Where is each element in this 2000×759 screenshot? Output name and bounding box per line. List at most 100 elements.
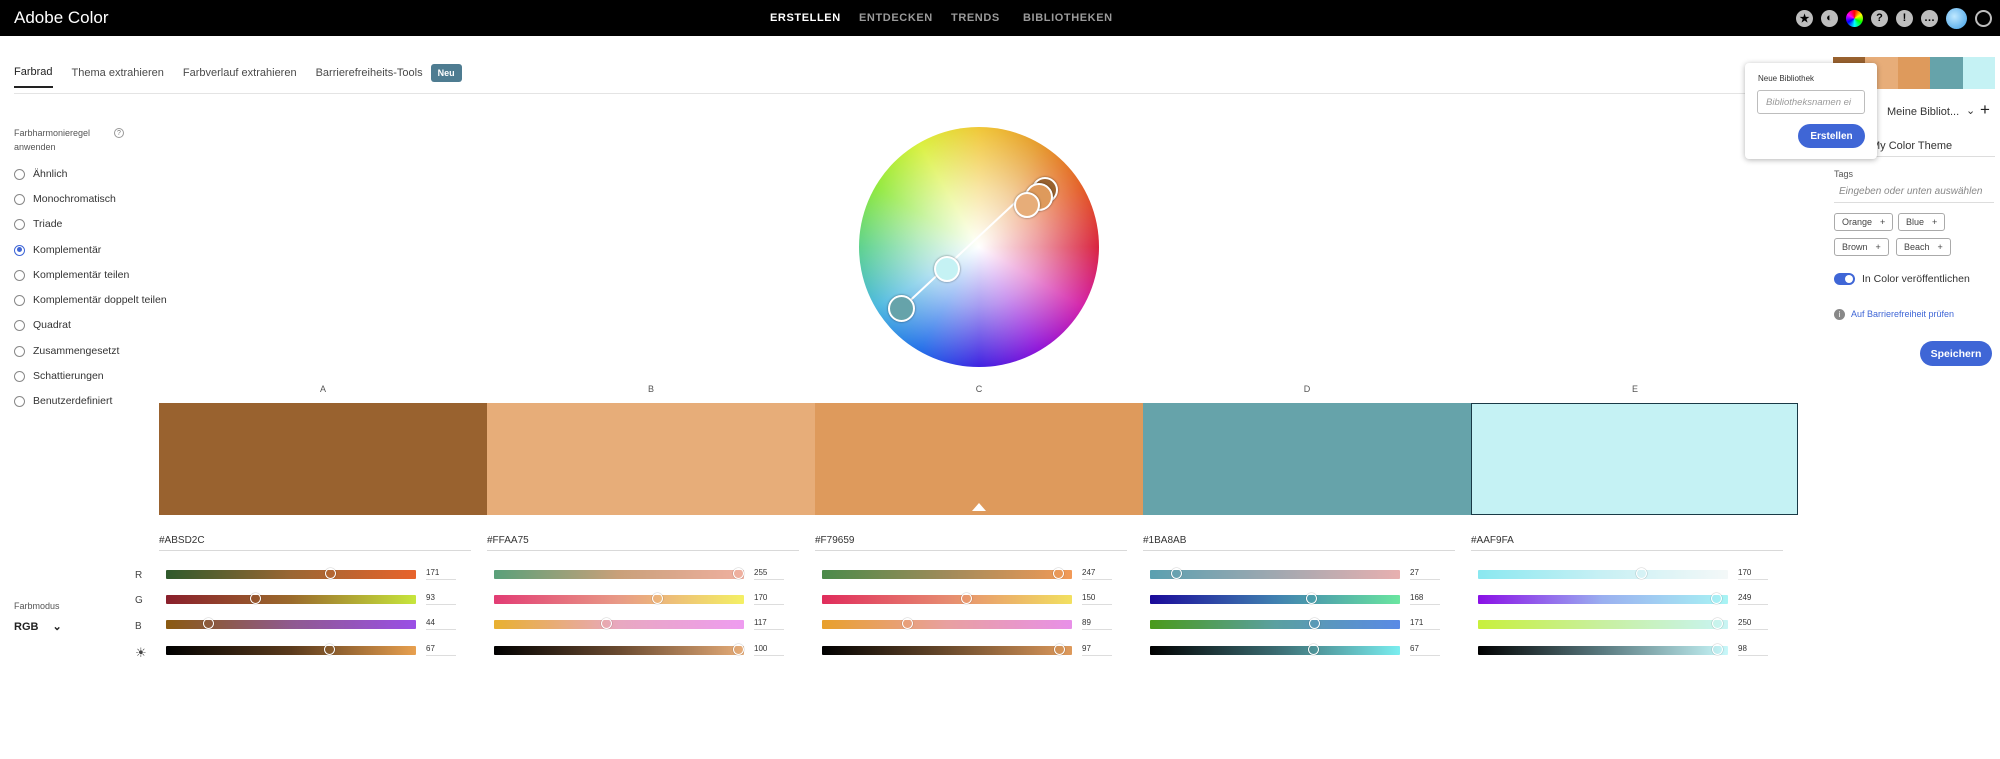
color-slider[interactable]: [822, 568, 1072, 579]
harmony-rule-schattierungen[interactable]: Schattierungen: [14, 370, 104, 382]
harmony-rule-triade[interactable]: Triade: [14, 218, 62, 230]
tab-farbverlauf-extrahieren[interactable]: Farbverlauf extrahieren: [183, 67, 297, 87]
color-slider[interactable]: [1478, 644, 1728, 655]
publish-toggle[interactable]: [1834, 273, 1855, 285]
color-slider[interactable]: [1478, 568, 1728, 579]
slider-thumb[interactable]: [733, 568, 744, 579]
slider-thumb[interactable]: [1053, 644, 1065, 655]
slider-value[interactable]: 171: [426, 568, 456, 580]
radio-icon[interactable]: [14, 269, 25, 281]
library-name-input[interactable]: Bibliotheksnamen ei: [1757, 90, 1865, 114]
harmony-rule-benutzerdefiniert[interactable]: Benutzerdefiniert: [14, 395, 112, 407]
slider-thumb[interactable]: [1308, 618, 1320, 629]
alert-icon[interactable]: !: [1896, 9, 1913, 27]
slider-thumb[interactable]: [1712, 618, 1724, 629]
slider-value[interactable]: 150: [1082, 593, 1112, 605]
slider-value[interactable]: 168: [1410, 593, 1440, 605]
slider-thumb[interactable]: [1711, 593, 1723, 604]
slider-value[interactable]: 249: [1738, 593, 1768, 605]
nav-trends[interactable]: TRENDS: [951, 12, 1000, 24]
color-slider[interactable]: [494, 593, 744, 604]
slider-thumb[interactable]: [651, 593, 663, 604]
radio-icon[interactable]: [14, 319, 25, 331]
radio-icon[interactable]: [14, 294, 25, 306]
radio-icon[interactable]: [14, 370, 25, 382]
color-wheel-icon[interactable]: [1846, 9, 1863, 27]
color-slider[interactable]: [1478, 593, 1728, 604]
swatch-c[interactable]: [815, 403, 1143, 515]
color-slider[interactable]: [822, 644, 1072, 655]
radio-icon[interactable]: [14, 193, 25, 205]
slider-thumb[interactable]: [960, 593, 972, 604]
nav-entdecken[interactable]: ENTDECKEN: [859, 12, 933, 24]
slider-value[interactable]: 250: [1738, 618, 1768, 630]
slider-value[interactable]: 255: [754, 568, 784, 580]
slider-thumb[interactable]: [1053, 568, 1065, 579]
slider-thumb[interactable]: [600, 618, 612, 629]
save-button[interactable]: Speichern: [1920, 341, 1992, 366]
slider-thumb[interactable]: [1635, 568, 1647, 579]
slider-thumb[interactable]: [1308, 644, 1320, 655]
color-slider[interactable]: [166, 593, 416, 604]
theme-name-field[interactable]: My Color Theme: [1871, 140, 1995, 157]
hex-code-d[interactable]: #1BA8AB: [1143, 535, 1455, 551]
slider-value[interactable]: 97: [1082, 644, 1112, 656]
swatch-d[interactable]: [1143, 403, 1471, 515]
tag-beach[interactable]: Beach +: [1896, 238, 1951, 256]
slider-thumb[interactable]: [1305, 593, 1317, 604]
tag-orange[interactable]: Orange +: [1834, 213, 1894, 231]
tag-brown[interactable]: Brown +: [1834, 238, 1889, 256]
swatch-b[interactable]: [487, 403, 815, 515]
chevron-down-icon[interactable]: ⌄: [1966, 104, 1975, 117]
tab-thema-extrahieren[interactable]: Thema extrahieren: [72, 67, 164, 87]
radio-icon[interactable]: [14, 345, 25, 357]
hex-code-c[interactable]: #F79659: [815, 535, 1127, 551]
creative-cloud-icon[interactable]: [1975, 9, 1992, 27]
slider-value[interactable]: 27: [1410, 568, 1440, 580]
radio-icon[interactable]: [14, 395, 25, 407]
color-slider[interactable]: [166, 618, 416, 629]
color-slider[interactable]: [1150, 593, 1400, 604]
hex-code-e[interactable]: #AAF9FA: [1471, 535, 1783, 551]
slider-thumb[interactable]: [249, 593, 261, 604]
harmony-rule-quadrat[interactable]: Quadrat: [14, 319, 71, 331]
add-library-icon[interactable]: +: [1980, 100, 1990, 120]
color-slider[interactable]: [494, 618, 744, 629]
color-slider[interactable]: [166, 644, 416, 655]
radio-icon[interactable]: [14, 168, 25, 180]
slider-thumb[interactable]: [1170, 568, 1182, 579]
slider-value[interactable]: 89: [1082, 618, 1112, 630]
swatch-e[interactable]: [1471, 403, 1798, 515]
wheel-handle-b[interactable]: [1014, 192, 1040, 218]
slider-thumb[interactable]: [1712, 644, 1724, 655]
tag-blue[interactable]: Blue +: [1898, 213, 1946, 231]
farbmodus-select[interactable]: RGB ⌄: [14, 620, 62, 634]
slider-thumb[interactable]: [324, 568, 336, 579]
help-icon[interactable]: ?: [1871, 9, 1888, 27]
color-slider[interactable]: [822, 618, 1072, 629]
slider-thumb[interactable]: [733, 644, 744, 655]
tab-farbrad[interactable]: Farbrad: [14, 66, 53, 88]
slider-value[interactable]: 44: [426, 618, 456, 630]
harmony-rule-komplementaer-teilen[interactable]: Komplementär teilen: [14, 269, 129, 281]
slider-value[interactable]: 100: [754, 644, 784, 656]
color-slider[interactable]: [1150, 644, 1400, 655]
tab-barrierefreiheit[interactable]: Barrierefreiheits-Tools: [316, 67, 423, 87]
color-slider[interactable]: [1150, 568, 1400, 579]
contrast-icon[interactable]: ◐: [1821, 9, 1838, 27]
swatch-a[interactable]: [159, 403, 487, 515]
feedback-icon[interactable]: …: [1921, 9, 1938, 27]
harmony-rule-aehnlich[interactable]: Ähnlich: [14, 168, 67, 180]
color-slider[interactable]: [822, 593, 1072, 604]
harmony-rule-monochromatisch[interactable]: Monochromatisch: [14, 193, 116, 205]
radio-selected-icon[interactable]: [14, 244, 25, 256]
slider-value[interactable]: 93: [426, 593, 456, 605]
library-select[interactable]: Meine Bibliot...: [1887, 106, 1959, 118]
slider-value[interactable]: 67: [1410, 644, 1440, 656]
harmony-rule-zusammengesetzt[interactable]: Zusammengesetzt: [14, 345, 119, 357]
color-slider[interactable]: [494, 568, 744, 579]
wheel-handle-d[interactable]: [888, 295, 915, 322]
harmony-rule-komplementaer-doppelt[interactable]: Komplementär doppelt teilen: [14, 294, 167, 306]
slider-value[interactable]: 171: [1410, 618, 1440, 630]
hex-code-a[interactable]: #ABSD2C: [159, 535, 471, 551]
